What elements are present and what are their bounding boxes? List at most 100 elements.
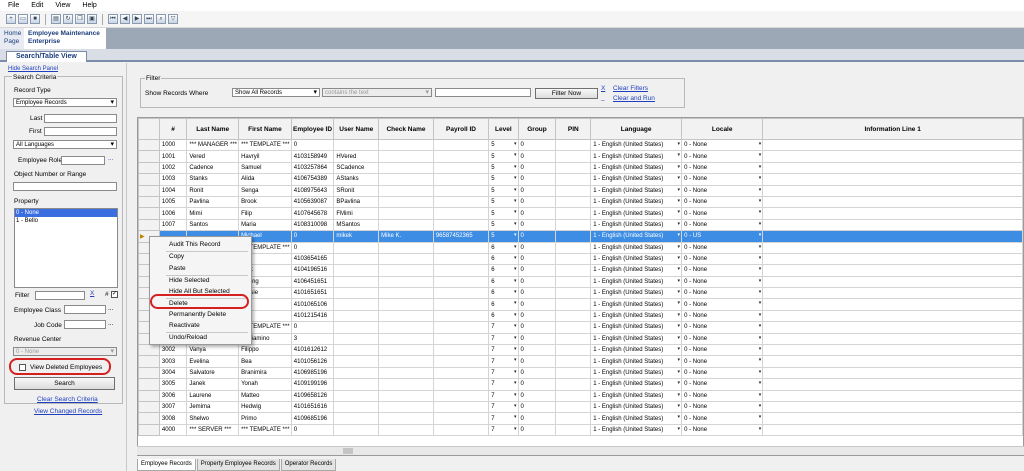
filter-text-input[interactable]	[435, 88, 531, 97]
table-cell[interactable]: 3006	[158, 389, 188, 403]
table-row[interactable]: 3008 Shelwo Primo 4109685196 7 ▾ 0 1 - English …	[138, 412, 1023, 425]
table-cell[interactable]	[555, 207, 592, 220]
menu-help[interactable]: Help	[82, 2, 96, 9]
table-cell[interactable]: Cadence	[186, 161, 240, 175]
table-cell[interactable]	[378, 161, 434, 175]
table-row[interactable]: Jessie41016516516▾01 - English (United S…	[138, 287, 1023, 300]
table-cell[interactable]: 4108310098	[290, 218, 335, 232]
table-cell[interactable]: 0 - US ▾	[681, 230, 764, 243]
table-cell[interactable]: Vanya	[186, 344, 240, 357]
first-record-icon[interactable]: ⏮	[108, 14, 118, 24]
cell-dropdown-icon[interactable]: ▾	[759, 198, 762, 204]
table-row[interactable]: 4000 *** SERVER *** *** TEMPLATE *** 0 7 ▾ 0 1 …	[138, 423, 1023, 437]
table-cell[interactable]: Janek	[186, 378, 240, 391]
filter-field-select[interactable]: Show All Records	[232, 88, 320, 97]
column-header[interactable]: #	[158, 118, 188, 140]
cell-dropdown-icon[interactable]: ▾	[514, 369, 517, 375]
table-cell[interactable]	[333, 412, 380, 425]
cell-dropdown-icon[interactable]: ▾	[678, 426, 681, 432]
cell-dropdown-icon[interactable]: ▾	[678, 198, 681, 204]
table-cell[interactable]	[378, 309, 434, 323]
table-cell[interactable]: 0 - None ▾	[681, 423, 764, 437]
table-cell[interactable]: 6 ▾	[488, 309, 519, 323]
table-cell[interactable]	[378, 241, 434, 254]
table-cell[interactable]: 0	[517, 173, 557, 186]
table-cell[interactable]	[762, 309, 1023, 323]
table-cell[interactable]	[555, 412, 592, 425]
row-header[interactable]	[138, 184, 160, 197]
row-header[interactable]	[138, 389, 160, 403]
table-cell[interactable]: 0 - None ▾	[681, 218, 764, 232]
table-cell[interactable]	[762, 150, 1023, 163]
table-cell[interactable]	[378, 184, 434, 197]
revenue-center-select[interactable]: 0 - None	[13, 347, 117, 356]
table-cell[interactable]	[432, 241, 490, 254]
table-cell[interactable]: Laurene	[186, 389, 240, 403]
cell-dropdown-icon[interactable]: ▾	[678, 403, 681, 409]
table-cell[interactable]: 1 - English (United States) ▾	[590, 298, 683, 311]
table-cell[interactable]: 0	[517, 252, 557, 266]
cell-dropdown-icon[interactable]: ▾	[514, 164, 517, 170]
column-header[interactable]: Information Line 1	[762, 118, 1023, 140]
menu-file[interactable]: File	[8, 2, 19, 9]
table-cell[interactable]: 5 ▾	[488, 195, 519, 209]
table-cell[interactable]: 6 ▾	[488, 287, 519, 300]
table-cell[interactable]	[555, 230, 592, 243]
table-cell[interactable]: 4106451651	[290, 275, 335, 289]
tab-operator-records[interactable]: Operator Records	[280, 459, 337, 471]
cell-dropdown-icon[interactable]: ▾	[759, 335, 762, 341]
table-cell[interactable]: 0 - None ▾	[681, 412, 764, 425]
menu-item-permanently-delete[interactable]: Permanently Delete	[154, 309, 249, 320]
save-icon[interactable]: ■	[30, 14, 40, 24]
table-cell[interactable]: 1 - English (United States) ▾	[590, 321, 683, 334]
table-cell[interactable]: 1 - English (United States) ▾	[590, 218, 683, 232]
table-cell[interactable]: Filip	[238, 207, 292, 220]
table-cell[interactable]	[378, 138, 434, 152]
table-cell[interactable]: 4101056126	[290, 355, 335, 368]
table-cell[interactable]	[762, 423, 1023, 437]
table-cell[interactable]: SRonit	[333, 184, 380, 197]
table-cell[interactable]: BPavlina	[333, 195, 380, 209]
property-item[interactable]: 0 - None	[15, 209, 117, 217]
cell-dropdown-icon[interactable]: ▾	[678, 278, 681, 284]
record-type-select[interactable]: Employee Records	[13, 98, 117, 107]
table-cell[interactable]	[333, 264, 380, 277]
table-cell[interactable]: 0 - None ▾	[681, 321, 764, 334]
table-cell[interactable]	[432, 344, 490, 357]
cell-dropdown-icon[interactable]: ▾	[759, 255, 762, 261]
cell-dropdown-icon[interactable]: ▾	[759, 346, 762, 352]
employee-class-input[interactable]	[64, 305, 106, 314]
table-cell[interactable]: 1007	[158, 218, 188, 232]
table-cell[interactable]	[762, 218, 1023, 232]
cell-dropdown-icon[interactable]: ▾	[678, 164, 681, 170]
table-row[interactable]: Beniamino 3 7 ▾ 0 1 - English (United States)…	[138, 332, 1023, 346]
table-cell[interactable]: 0	[517, 423, 557, 437]
property-filter-input[interactable]	[35, 291, 85, 300]
tab-search-table-view[interactable]: Search/Table View	[6, 51, 87, 62]
table-cell[interactable]: 0	[517, 321, 557, 334]
cell-dropdown-icon[interactable]: ▾	[759, 278, 762, 284]
table-cell[interactable]	[762, 275, 1023, 289]
table-row[interactable]: 3007 Jemima Hedwig 4101651616 7 ▾ 0 1 - English…	[138, 400, 1023, 414]
table-cell[interactable]: 0 - None ▾	[681, 287, 764, 300]
table-cell[interactable]: 0	[517, 230, 557, 243]
table-cell[interactable]	[378, 298, 434, 311]
cell-dropdown-icon[interactable]: ▾	[678, 369, 681, 375]
table-cell[interactable]: 1 - English (United States) ▾	[590, 230, 683, 243]
table-cell[interactable]: 0	[517, 378, 557, 391]
table-cell[interactable]: 4103654165	[290, 252, 335, 266]
table-cell[interactable]	[762, 230, 1023, 243]
table-cell[interactable]	[762, 344, 1023, 357]
table-cell[interactable]: 1 - English (United States) ▾	[590, 412, 683, 425]
table-cell[interactable]	[555, 355, 592, 368]
menu-item-paste[interactable]: Paste	[154, 263, 249, 274]
table-cell[interactable]: 0	[517, 264, 557, 277]
table-row[interactable]: Jilly41012154166▾01 - English (United St…	[138, 309, 1023, 323]
table-cell[interactable]: 0	[517, 184, 557, 197]
column-header[interactable]: Employee ID	[290, 118, 335, 140]
table-cell[interactable]: 0 - None ▾	[681, 309, 764, 323]
table-cell[interactable]: 0 - None ▾	[681, 150, 764, 163]
table-cell[interactable]	[378, 150, 434, 163]
column-header[interactable]: Check Name	[378, 118, 434, 140]
table-cell[interactable]: 1 - English (United States) ▾	[590, 264, 683, 277]
